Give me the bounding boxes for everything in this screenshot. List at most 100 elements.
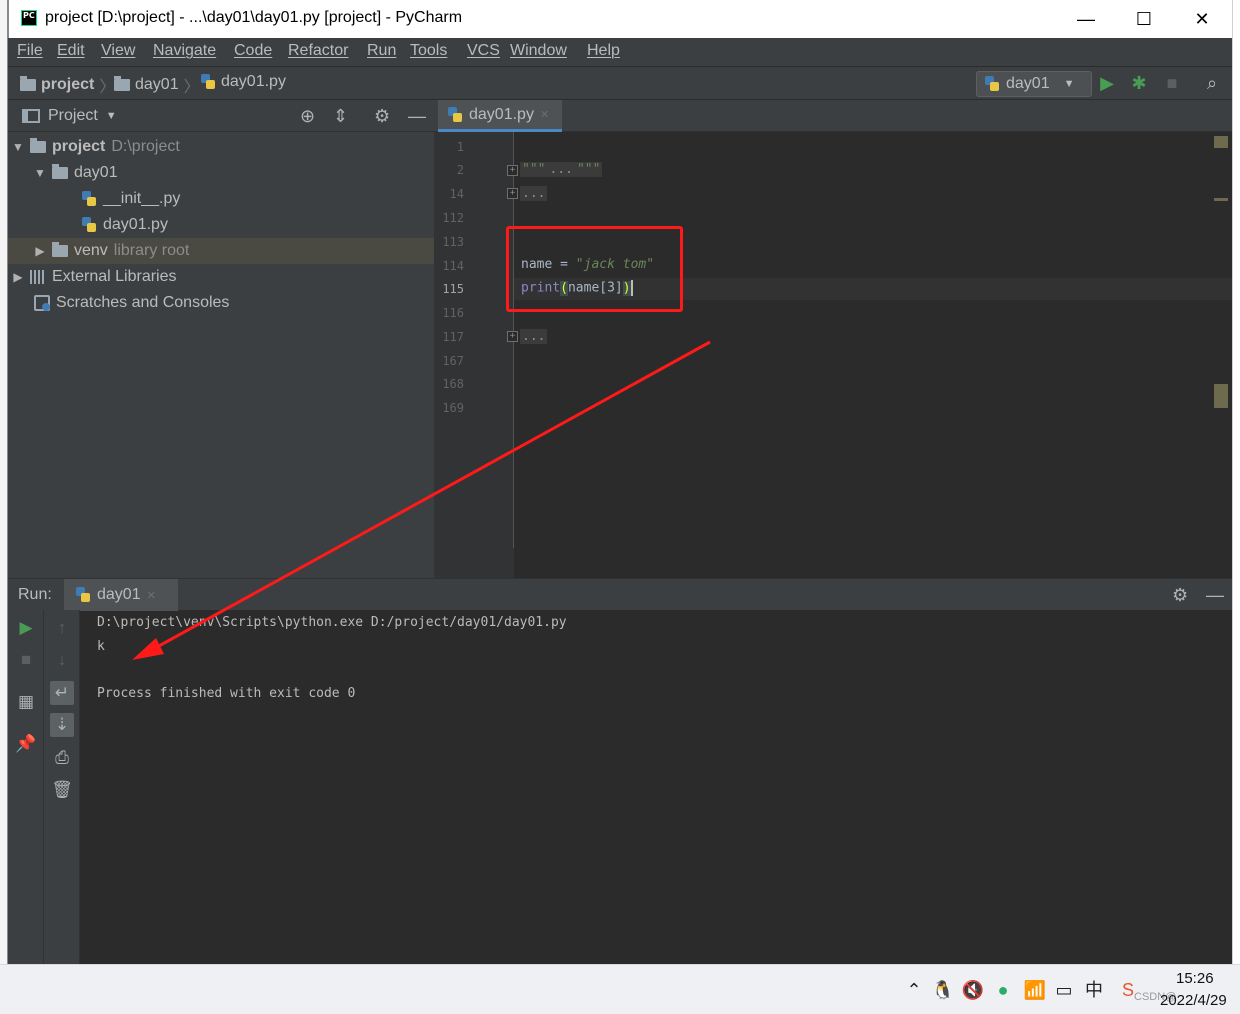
run-configuration-dropdown[interactable]: day01 ▼ xyxy=(976,71,1092,97)
tree-ext-libs-label: External Libraries xyxy=(52,268,177,285)
editor-tab-day01[interactable]: day01.py ✕ xyxy=(438,100,562,132)
python-icon xyxy=(76,587,91,603)
show-hidden-icons-chevron-up-icon[interactable]: ⌃ xyxy=(902,979,926,1001)
run-tab-day01[interactable]: day01 ✕ xyxy=(64,579,178,611)
qq-icon[interactable]: 🐧 xyxy=(931,979,955,1001)
close-window-button[interactable]: ✕ xyxy=(1173,0,1231,38)
line-number: 1 xyxy=(456,140,464,154)
python-icon xyxy=(985,76,1000,92)
screen: PC project [D:\project] - ...\day01\day0… xyxy=(0,0,1240,1014)
python-file-icon xyxy=(201,74,216,90)
scratches-icon xyxy=(34,295,50,311)
input-method-indicator[interactable]: 中 xyxy=(1082,979,1106,1001)
search-icon[interactable]: ⌕ xyxy=(1201,73,1223,93)
trash-icon[interactable]: 🗑 xyxy=(50,778,74,802)
collapse-all-icon[interactable]: ⇕ xyxy=(333,106,348,126)
run-tab-label: day01 xyxy=(97,586,141,603)
clock-time[interactable]: 15:26 xyxy=(1176,970,1214,987)
menu-edit[interactable]: Edit xyxy=(57,42,85,60)
tree-file-label: day01.py xyxy=(103,216,168,233)
line-number: 2 xyxy=(456,163,464,177)
editor-tab-bar: day01.py ✕ xyxy=(434,100,1232,132)
rerun-icon[interactable]: ▶ xyxy=(14,616,38,640)
line-number: 14 xyxy=(449,187,464,201)
menu-help[interactable]: Help xyxy=(587,42,620,60)
debug-icon[interactable]: ✱ xyxy=(1128,73,1150,93)
clock-date[interactable]: 2022/4/29 xyxy=(1160,992,1227,1009)
breadcrumb-file-label: day01.py xyxy=(221,73,286,90)
tree-item-scratches[interactable]: Scratches and Consoles xyxy=(8,290,434,316)
python-file-icon xyxy=(82,191,97,207)
pin-icon[interactable]: 📌 xyxy=(14,732,38,756)
locate-file-icon[interactable]: ⊕ xyxy=(300,106,315,126)
hide-panel-icon[interactable]: — xyxy=(1206,585,1224,605)
battery-icon[interactable]: ▭ xyxy=(1052,979,1076,1001)
wifi-icon[interactable]: 📶 xyxy=(1023,979,1047,1001)
maximize-button[interactable]: ☐ xyxy=(1115,0,1173,38)
project-panel-title: Project xyxy=(48,107,98,124)
menu-tools[interactable]: Tools xyxy=(410,42,447,60)
breadcrumb-separator: 〉 xyxy=(99,79,116,96)
tree-item-project-root[interactable]: ▼ project D:\project xyxy=(8,134,434,160)
breadcrumb-project[interactable]: project 〉 xyxy=(20,73,115,97)
tree-item-day01-folder[interactable]: ▼ day01 xyxy=(8,160,434,186)
tree-venv-label: venv xyxy=(74,242,108,259)
stop-icon[interactable]: ■ xyxy=(1161,73,1183,93)
close-icon[interactable]: ✕ xyxy=(540,108,549,121)
scrollbar-marker xyxy=(1214,198,1228,201)
project-view-selector[interactable]: Project ▼ xyxy=(22,107,117,125)
window-title-bar[interactable]: PC project [D:\project] - ...\day01\day0… xyxy=(8,0,1232,38)
folded-ellipsis: ... xyxy=(520,329,548,344)
scrollbar-thumb[interactable] xyxy=(1214,384,1228,408)
line-number: 113 xyxy=(442,235,464,249)
folded-docstring[interactable]: """... """ xyxy=(520,162,603,177)
fold-expand-icon[interactable]: + xyxy=(507,188,518,199)
breadcrumb-folder[interactable]: day01 〉 xyxy=(114,73,200,97)
menu-bar: File Edit View Navigate Code Refactor Ru… xyxy=(8,38,1232,66)
menu-refactor[interactable]: Refactor xyxy=(288,42,348,60)
arrow-down-icon[interactable]: ↓ xyxy=(50,648,74,672)
print-icon[interactable]: ⎙ xyxy=(50,746,74,770)
wechat-icon[interactable]: ● xyxy=(991,979,1015,1001)
collapsed-arrow-icon: ▶ xyxy=(35,244,45,258)
library-icon xyxy=(30,270,46,284)
soft-wrap-icon[interactable]: ↵ xyxy=(50,681,74,705)
line-number: 114 xyxy=(442,259,464,273)
menu-file[interactable]: File xyxy=(17,42,43,60)
console-exit-message: Process finished with exit code 0 xyxy=(97,686,356,701)
run-icon[interactable]: ▶ xyxy=(1096,73,1118,93)
folded-code-block[interactable]: ... xyxy=(520,329,548,344)
tree-root-path: D:\project xyxy=(111,138,180,155)
fold-expand-icon[interactable]: + xyxy=(507,331,518,342)
gear-icon[interactable]: ⚙ xyxy=(374,106,390,126)
tree-item-day01-file[interactable]: day01.py xyxy=(8,212,434,238)
scroll-to-end-icon[interactable]: ⇣ xyxy=(50,713,74,737)
arrow-up-icon[interactable]: ↑ xyxy=(50,616,74,640)
line-number: 167 xyxy=(442,354,464,368)
tree-item-venv[interactable]: ▶ venv library root xyxy=(8,238,434,264)
minimize-button[interactable]: — xyxy=(1057,0,1115,38)
stop-icon[interactable]: ■ xyxy=(14,648,38,672)
breadcrumb-file[interactable]: day01.py xyxy=(201,73,286,91)
fold-expand-icon[interactable]: + xyxy=(507,165,518,176)
tree-item-external-libraries[interactable]: ▶ External Libraries xyxy=(8,264,434,290)
tree-folder-label: day01 xyxy=(74,164,118,181)
menu-vcs[interactable]: VCS xyxy=(467,42,500,60)
taskbar: ⌃ 🐧 🔇 ● 📶 ▭ 中 S CSDN@ 15:26 2022/4/29 xyxy=(0,964,1240,1014)
hide-panel-icon[interactable]: — xyxy=(408,106,426,126)
gear-icon[interactable]: ⚙ xyxy=(1172,585,1188,605)
project-icon xyxy=(22,109,40,123)
menu-window[interactable]: Window xyxy=(510,42,567,60)
menu-view[interactable]: View xyxy=(101,42,135,60)
layout-icon[interactable]: ▦ xyxy=(14,690,38,714)
close-icon[interactable]: ✕ xyxy=(147,589,156,602)
menu-navigate[interactable]: Navigate xyxy=(153,42,216,60)
tree-item-init-file[interactable]: __init__.py xyxy=(8,186,434,212)
menu-code[interactable]: Code xyxy=(234,42,272,60)
volume-muted-icon[interactable]: 🔇 xyxy=(961,979,985,1001)
menu-run[interactable]: Run xyxy=(367,42,396,60)
run-toolbar-primary: ▶ ■ ▦ 📌 xyxy=(8,610,44,964)
folded-code-block[interactable]: ... xyxy=(520,186,548,201)
run-panel-label: Run: xyxy=(18,586,52,603)
python-file-icon xyxy=(448,106,463,123)
